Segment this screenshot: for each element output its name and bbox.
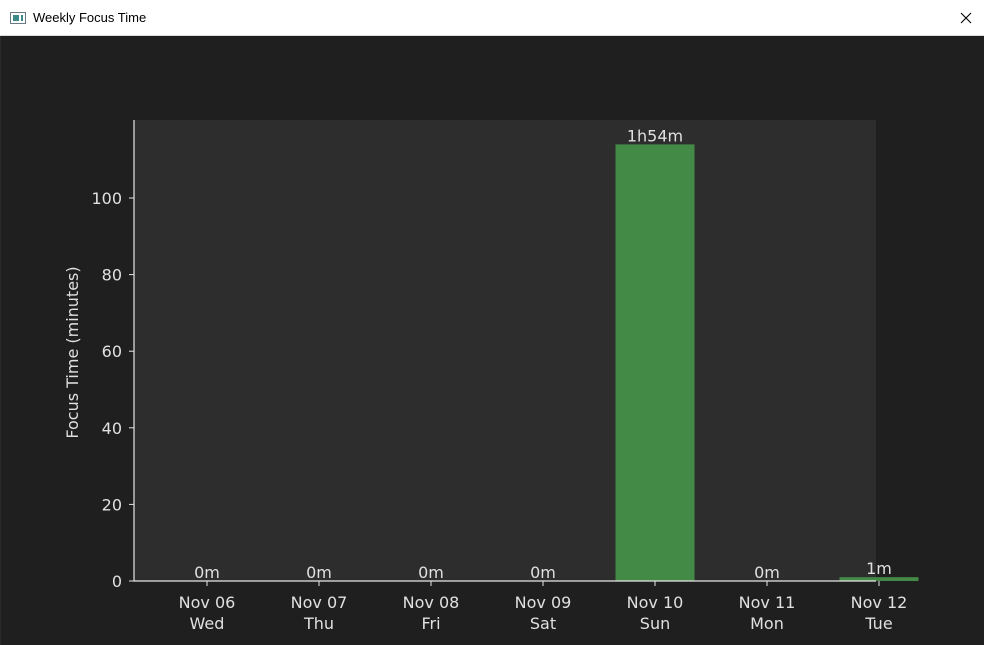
close-icon <box>960 12 972 24</box>
bar-value-label: 0m <box>306 563 332 582</box>
x-tick-label-weekday: Sun <box>640 614 670 633</box>
x-tick-label-date: Nov 07 <box>291 593 348 612</box>
x-tick-label-weekday: Thu <box>303 614 334 633</box>
bar-value-label: 0m <box>530 563 556 582</box>
bar-value-label: 0m <box>194 563 220 582</box>
bar-value-label: 1h54m <box>627 126 683 145</box>
bar-value-label: 0m <box>754 563 780 582</box>
y-tick-label: 0 <box>112 572 122 591</box>
bar-value-label: 1m <box>866 559 892 578</box>
plot-area <box>134 120 876 581</box>
y-tick-label: 20 <box>102 495 122 514</box>
bar-nov-10 <box>615 144 695 581</box>
focus-time-bar-chart: 0m 0m 0m 0m 1h54m 0m 1m 0 20 40 60 80 100 Nov 06 Wed… <box>63 120 919 633</box>
y-tick-label: 100 <box>91 189 122 208</box>
x-tick-label-weekday: Tue <box>864 614 892 633</box>
x-tick-label-date: Nov 06 <box>179 593 236 612</box>
x-tick-label-weekday: Mon <box>750 614 784 633</box>
app-window-icon <box>10 11 26 24</box>
y-tick-label: 40 <box>102 419 122 438</box>
x-tick-label-date: Nov 08 <box>403 593 460 612</box>
x-tick-label-weekday: Fri <box>421 614 440 633</box>
y-axis-label: Focus Time (minutes) <box>63 266 82 438</box>
x-tick-label-date: Nov 11 <box>739 593 796 612</box>
x-tick-label-date: Nov 09 <box>515 593 572 612</box>
y-tick-label: 60 <box>102 342 122 361</box>
window-title: Weekly Focus Time <box>33 10 147 25</box>
x-tick-label-weekday: Sat <box>530 614 556 633</box>
x-tick-label-date: Nov 10 <box>627 593 684 612</box>
bar-value-label: 0m <box>418 563 444 582</box>
title-bar: Weekly Focus Time <box>0 0 984 36</box>
x-tick-label-date: Nov 12 <box>851 593 908 612</box>
x-tick-label-weekday: Wed <box>190 614 225 633</box>
y-tick-label: 80 <box>102 266 122 285</box>
close-button[interactable] <box>948 0 984 36</box>
